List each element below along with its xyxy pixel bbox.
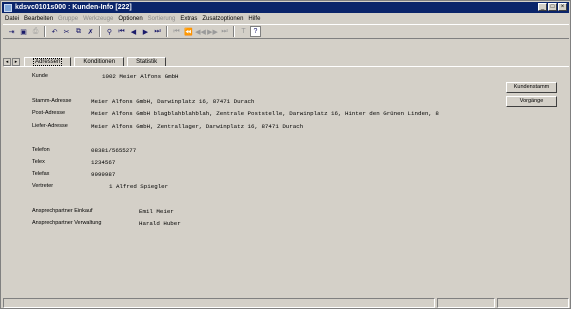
maximize-button[interactable]: □ <box>548 3 557 11</box>
liefer-adresse-value: Meier Alfons GmbH, Zentrallager, Darwinp… <box>91 123 304 130</box>
toolbar-separator <box>99 26 101 37</box>
kunde-label: Kunde <box>32 73 48 79</box>
app-icon <box>4 3 12 12</box>
toolbar-separator <box>44 26 46 37</box>
telex-label: Telex <box>32 159 45 165</box>
previous-record-icon[interactable]: ◀ <box>128 26 139 37</box>
application-window: kdsvc0101s000 : Kunden-Info [222] _ □ × … <box>0 0 571 309</box>
tab-strip: ◂ ▸ Adressen Konditionen Statistik <box>3 56 167 66</box>
copy-icon[interactable]: ⧉ <box>73 26 84 37</box>
close-button[interactable]: × <box>558 3 567 11</box>
kunde-value: 1002 Meier Alfons GmbH <box>102 73 179 80</box>
last-record-icon[interactable]: ⏭ <box>152 26 163 37</box>
menu-optionen[interactable]: Optionen <box>118 16 142 22</box>
window-title: kdsvc0101s000 : Kunden-Info [222] <box>15 4 132 11</box>
status-pane-3 <box>497 298 569 308</box>
last-group-icon[interactable]: ⏭ <box>219 26 230 37</box>
toolbar: ⇥ ▣ ⎙ ↶ ✂ ⧉ ✗ ⚲ ⏮ ◀ ▶ ⏭ ⏮ ⏪ ◀◀ ▶▶ ⏭ T? <box>3 24 569 39</box>
status-bar <box>3 298 569 308</box>
next-record-icon[interactable]: ▶ <box>140 26 151 37</box>
toolbar-separator <box>233 26 235 37</box>
vertreter-value: 1 Alfred Spiegler <box>109 183 169 190</box>
tab-scroll-right-button[interactable]: ▸ <box>12 58 20 66</box>
kundenstamm-button[interactable]: Kundenstamm <box>506 82 557 93</box>
status-pane-2 <box>437 298 495 308</box>
tab-label: Statistik <box>136 59 158 65</box>
previous-group-icon[interactable]: ⏪ <box>183 26 194 37</box>
forward-icon[interactable]: ▶▶ <box>207 26 218 37</box>
ansprechpartner-verwaltung-label: Ansprechpartner Verwaltung <box>32 220 102 226</box>
vertreter-label: Vertreter <box>32 183 54 189</box>
menu-extras[interactable]: Extras <box>180 16 197 22</box>
undo-icon[interactable]: ↶ <box>49 26 60 37</box>
tab-label: Adressen <box>33 58 63 66</box>
context-help-icon[interactable]: ? <box>250 26 261 37</box>
window-controls: _ □ × <box>538 3 567 11</box>
ansprechpartner-verwaltung-value: Harald Huber <box>139 220 181 227</box>
menu-werkzeuge[interactable]: Werkzeuge <box>83 16 113 22</box>
first-group-icon[interactable]: ⏮ <box>171 26 182 37</box>
tab-statistik[interactable]: Statistik <box>127 57 167 66</box>
find-icon[interactable]: ⚲ <box>104 26 115 37</box>
menu-gruppe[interactable]: Gruppe <box>58 16 78 22</box>
menu-bearbeiten[interactable]: Bearbeiten <box>24 16 53 22</box>
telex-value: 1234567 <box>91 159 116 166</box>
vorgaenge-button[interactable]: Vorgänge <box>506 96 557 107</box>
cut-icon[interactable]: ✂ <box>61 26 72 37</box>
tab-konditionen[interactable]: Konditionen <box>74 57 125 66</box>
menu-hilfe[interactable]: Hilfe <box>248 16 260 22</box>
delete-icon[interactable]: ✗ <box>85 26 96 37</box>
stamm-adresse-label: Stamm-Adresse <box>32 98 72 104</box>
post-adresse-label: Post-Adresse <box>32 110 66 116</box>
ansprechpartner-einkauf-value: Emil Meier <box>139 208 174 215</box>
text-icon[interactable]: T <box>238 26 249 37</box>
address-panel: Kunde 1002 Meier Alfons GmbH Stamm-Adres… <box>4 66 569 296</box>
menu-bar: Datei Bearbeiten Gruppe Werkzeuge Optionen So… <box>3 14 260 23</box>
menu-datei[interactable]: Datei <box>5 16 19 22</box>
stamm-adresse-value: Meier Alfons GmbH, Darwinplatz 16, 87471… <box>91 98 255 105</box>
post-adresse-value: Meier Alfons GmbH blagblahblahblah, Zent… <box>91 110 439 117</box>
toolbar-separator <box>166 26 168 37</box>
first-record-icon[interactable]: ⏮ <box>116 26 127 37</box>
menu-zusatzoptionen[interactable]: Zusatzoptionen <box>202 16 243 22</box>
menu-sortierung[interactable]: Sortierung <box>148 16 176 22</box>
telefax-value: 9999987 <box>91 171 116 178</box>
print-icon[interactable]: ⎙ <box>30 26 41 37</box>
telefax-label: Telefax <box>32 171 50 177</box>
minimize-button[interactable]: _ <box>538 3 547 11</box>
exit-icon[interactable]: ⇥ <box>6 26 17 37</box>
title-bar[interactable]: kdsvc0101s000 : Kunden-Info [222] _ □ × <box>2 2 569 13</box>
tab-label: Konditionen <box>83 59 116 65</box>
tab-scroll-left-button[interactable]: ◂ <box>3 58 11 66</box>
tab-adressen[interactable]: Adressen <box>24 57 72 66</box>
ansprechpartner-einkauf-label: Ansprechpartner Einkauf <box>32 208 93 214</box>
liefer-adresse-label: Liefer-Adresse <box>32 123 68 129</box>
rewind-icon[interactable]: ◀◀ <box>195 26 206 37</box>
status-pane-main <box>3 298 435 308</box>
telefon-label: Telefon <box>32 147 50 153</box>
save-icon[interactable]: ▣ <box>18 26 29 37</box>
telefon-value: 08381/5655277 <box>91 147 137 154</box>
